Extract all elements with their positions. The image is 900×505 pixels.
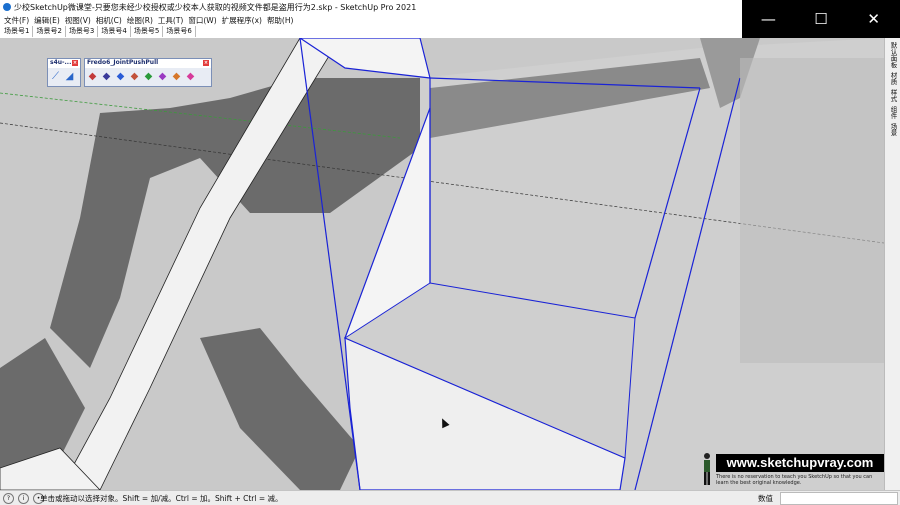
s4u-toolbar: s4u-... × ⟋ ◢ bbox=[47, 58, 81, 87]
minimize-button[interactable]: — bbox=[742, 0, 795, 38]
tray-tab-materials[interactable]: 材质 bbox=[888, 72, 898, 85]
window-title: 少校SketchUp微课堂-只要您未经少校授权或少校本人获取的视频文件都是盗用行… bbox=[14, 3, 417, 12]
curve-tool-icon[interactable]: ⟋ bbox=[50, 71, 61, 82]
ramp-tool-icon[interactable]: ◢ bbox=[64, 71, 75, 82]
tab-scene-1[interactable]: 场景号1 bbox=[4, 26, 34, 37]
geo-location-icon[interactable]: ? bbox=[3, 493, 14, 504]
follow-pushpull-icon[interactable]: ◆ bbox=[143, 71, 154, 82]
tray-tab-scenes[interactable]: 场景 bbox=[888, 123, 898, 136]
presenter-figure-icon bbox=[704, 453, 710, 485]
menu-bar: 文件(F) 编辑(E) 视图(V) 相机(C) 绘图(R) 工具(T) 窗口(W… bbox=[0, 15, 742, 26]
watermark-url: www.sketchupvray.com bbox=[716, 454, 884, 472]
tray-tab-styles[interactable]: 样式 bbox=[888, 89, 898, 102]
model-viewport[interactable] bbox=[0, 38, 884, 490]
tab-scene-6[interactable]: 场景号6 bbox=[166, 26, 196, 37]
default-tray-tabs: 默认面板 材质 样式 组件 场景 bbox=[884, 38, 900, 490]
tab-scene-2[interactable]: 场景号2 bbox=[36, 26, 66, 37]
menu-edit[interactable]: 编辑(E) bbox=[34, 15, 60, 26]
menu-tools[interactable]: 工具(T) bbox=[158, 15, 183, 26]
fredo-toolbar-close-icon[interactable]: × bbox=[203, 60, 209, 66]
watermark: www.sketchupvray.com There is no reserva… bbox=[716, 454, 884, 488]
redo-pushpull-icon[interactable]: ◆ bbox=[171, 71, 182, 82]
sketchup-app-icon bbox=[3, 3, 11, 11]
menu-help[interactable]: 帮助(H) bbox=[267, 15, 294, 26]
menu-draw[interactable]: 绘图(R) bbox=[127, 15, 153, 26]
s4u-toolbar-close-icon[interactable]: × bbox=[72, 60, 78, 66]
menu-window[interactable]: 窗口(W) bbox=[188, 15, 216, 26]
undo-pushpull-icon[interactable]: ◆ bbox=[157, 71, 168, 82]
menu-file[interactable]: 文件(F) bbox=[4, 15, 29, 26]
settings-pushpull-icon[interactable]: ◆ bbox=[185, 71, 196, 82]
maximize-button[interactable]: ☐ bbox=[795, 0, 848, 38]
measurements-label: 数值 bbox=[758, 494, 773, 503]
s4u-toolbar-title: s4u-... bbox=[50, 59, 72, 66]
tab-scene-4[interactable]: 场景号4 bbox=[101, 26, 131, 37]
tray-tab-default[interactable]: 默认面板 bbox=[888, 42, 898, 68]
status-message: 单击或拖动以选择对象。Shift = 加/减。Ctrl = 加。Shift + … bbox=[40, 494, 283, 503]
menu-camera[interactable]: 相机(C) bbox=[96, 15, 122, 26]
watermark-tagline: There is no reservation to teach you Ske… bbox=[716, 474, 873, 486]
extrude-pushpull-icon[interactable]: ◆ bbox=[129, 71, 140, 82]
measurements-box[interactable] bbox=[780, 492, 898, 505]
close-button[interactable]: ✕ bbox=[847, 0, 900, 38]
menu-view[interactable]: 视图(V) bbox=[65, 15, 91, 26]
window-controls: — ☐ ✕ bbox=[742, 0, 900, 38]
fredo-joint-pushpull-toolbar: Fredo6_JointPushPull × ◆ ◆ ◆ ◆ ◆ ◆ ◆ ◆ bbox=[84, 58, 212, 87]
credits-icon[interactable]: i bbox=[18, 493, 29, 504]
fredo-toolbar-title: Fredo6_JointPushPull bbox=[87, 59, 159, 66]
tray-tab-components[interactable]: 组件 bbox=[888, 106, 898, 119]
tab-scene-5[interactable]: 场景号5 bbox=[134, 26, 164, 37]
scene-tabs: 场景号1 场景号2 场景号3 场景号4 场景号5 场景号6 bbox=[0, 26, 742, 37]
status-bar: ? i • 单击或拖动以选择对象。Shift = 加/减。Ctrl = 加。Sh… bbox=[0, 490, 900, 505]
vector-pushpull-icon[interactable]: ◆ bbox=[101, 71, 112, 82]
joint-pushpull-icon[interactable]: ◆ bbox=[87, 71, 98, 82]
tab-scene-3[interactable]: 场景号3 bbox=[69, 26, 99, 37]
normal-pushpull-icon[interactable]: ◆ bbox=[115, 71, 126, 82]
menu-extensions[interactable]: 扩展程序(x) bbox=[222, 15, 262, 26]
